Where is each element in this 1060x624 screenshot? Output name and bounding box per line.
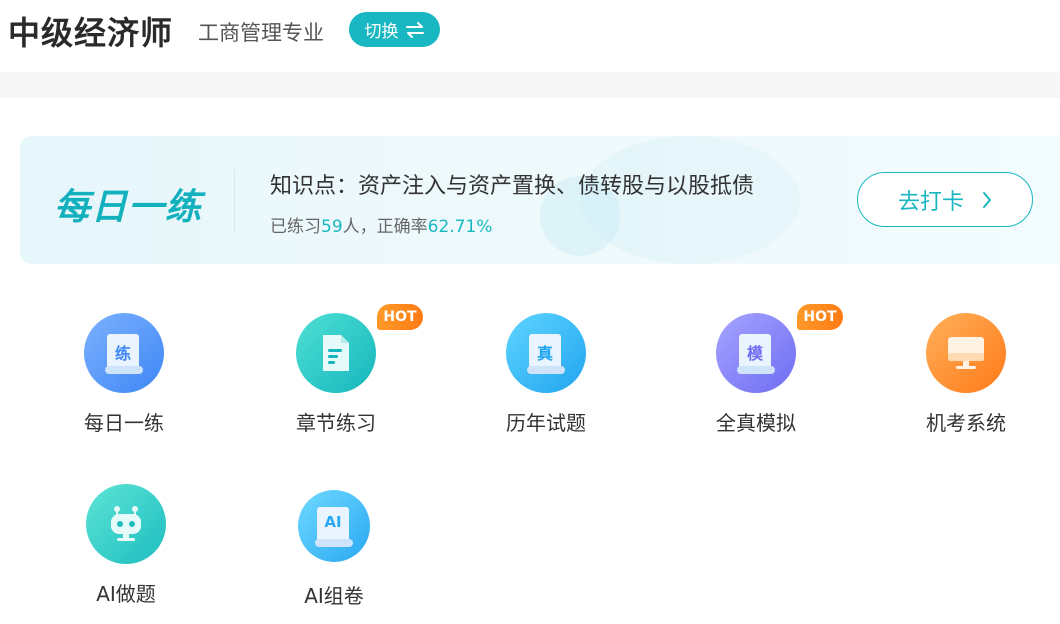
- entry-label: 历年试题: [506, 411, 586, 435]
- switch-label: 切换: [364, 22, 399, 42]
- mock-exam-icon: 模: [716, 313, 796, 393]
- daily-practice-icon: 练: [84, 313, 164, 393]
- entry-computer-exam[interactable]: 机考系统: [896, 313, 1036, 436]
- card-divider: [234, 170, 235, 232]
- chevron-right-icon: [983, 191, 991, 208]
- robot-icon: [111, 506, 141, 541]
- entry-ai-practice[interactable]: AI做题: [56, 484, 196, 607]
- practice-count: 59: [321, 217, 343, 237]
- entry-ai-paper[interactable]: AI AI组卷: [264, 490, 404, 609]
- daily-practice-card[interactable]: 每日一练 知识点：资产注入与资产置换、债转股与以股抵债 已练习59人，正确率62…: [20, 136, 1060, 264]
- hot-badge: HOT: [797, 304, 843, 330]
- past-exams-icon: 真: [506, 313, 586, 393]
- entry-label: 章节练习: [296, 411, 376, 435]
- entry-label: 每日一练: [84, 411, 164, 435]
- monitor-icon: [948, 337, 984, 369]
- document-icon: [323, 335, 349, 371]
- entry-label: AI组卷: [304, 584, 364, 608]
- section-divider: [0, 72, 1060, 98]
- stats-prefix: 已练习: [270, 217, 321, 237]
- switch-major-button[interactable]: 切换: [349, 12, 440, 47]
- computer-exam-icon: [926, 313, 1006, 393]
- entry-label: 机考系统: [926, 411, 1006, 435]
- ai-practice-icon: [86, 484, 166, 564]
- stats-mid: 人，正确率: [342, 217, 428, 237]
- exam-title: 中级经济师: [8, 14, 174, 52]
- entry-label: 全真模拟: [716, 411, 796, 435]
- chapter-practice-icon: [296, 313, 376, 393]
- entry-mock-exam[interactable]: 模 全真模拟 HOT: [686, 304, 843, 436]
- checkin-label: 去打卡: [897, 189, 964, 215]
- major-subtitle: 工商管理专业: [198, 21, 324, 45]
- entry-daily-practice[interactable]: 练 每日一练: [54, 313, 194, 436]
- ai-paper-icon: AI: [298, 490, 370, 562]
- entry-chapter-practice[interactable]: 章节练习 HOT: [266, 304, 423, 436]
- daily-practice-logo: 每日一练: [54, 187, 203, 228]
- checkin-button[interactable]: 去打卡: [857, 172, 1033, 227]
- entry-label: AI做题: [96, 582, 156, 606]
- accuracy-rate: 62.71%: [427, 217, 493, 237]
- header: 中级经济师 工商管理专业 切换: [0, 0, 1060, 72]
- knowledge-point-text: 知识点：资产注入与资产置换、债转股与以股抵债: [270, 174, 755, 199]
- practice-stats: 已练习59人，正确率62.71%: [270, 212, 492, 237]
- hot-badge: HOT: [377, 304, 423, 330]
- swap-arrows-icon: [405, 21, 424, 38]
- entry-past-exams[interactable]: 真 历年试题: [476, 313, 616, 436]
